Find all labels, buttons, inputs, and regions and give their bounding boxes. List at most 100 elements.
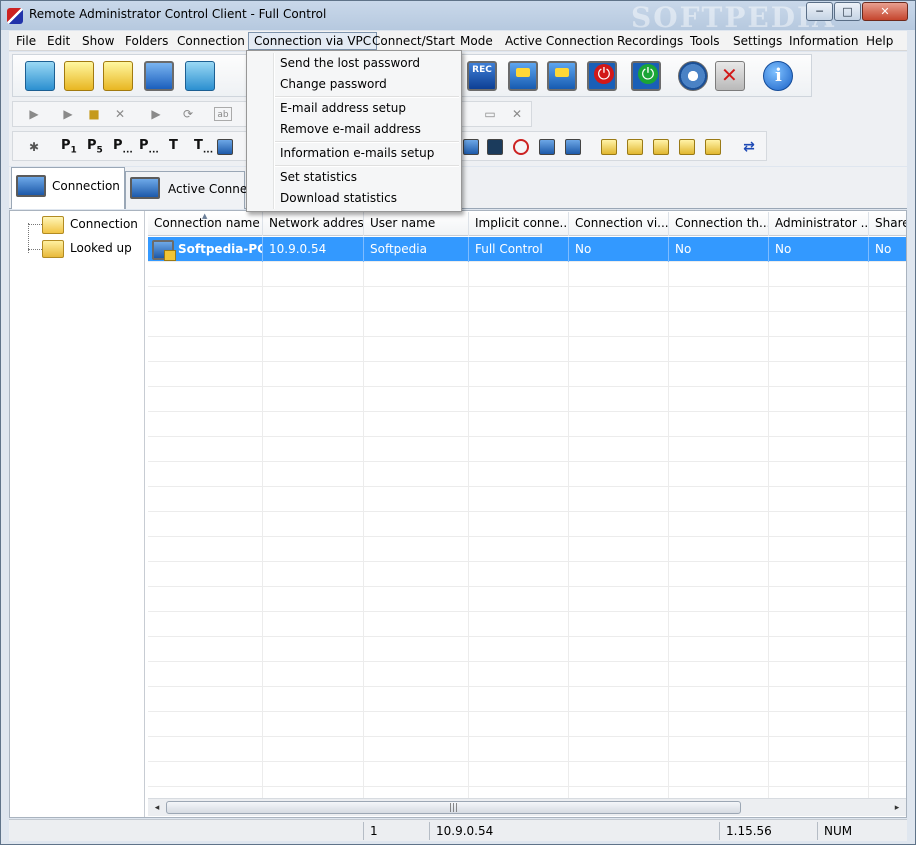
disk-icon[interactable] [678,61,708,91]
terminal-icon[interactable] [487,139,503,155]
p5-icon[interactable]: P5 [87,138,103,156]
empty-cell [364,537,469,562]
menu-tools[interactable]: Tools [685,32,725,50]
tab-connection[interactable]: Connection [11,167,125,209]
scroll-left-icon[interactable]: ◂ [149,801,165,815]
files-icon[interactable] [565,139,581,155]
next-icon[interactable]: ▶ [149,107,163,121]
vpc-dropdown-menu: Send the lost password Change password E… [246,50,462,212]
chat-monitor-icon[interactable] [508,61,538,91]
empty-cell [669,712,769,737]
maximize-button[interactable]: □ [834,2,861,21]
tree-item-connection[interactable]: Connection [22,214,144,236]
empty-cell [569,412,669,437]
drive-remove-icon[interactable] [705,139,721,155]
tab-active-connection[interactable]: Active Connect [125,171,259,209]
column-header-administrator[interactable]: Administrator ... [769,212,869,236]
menu-connection[interactable]: Connection [172,32,250,50]
scroll-thumb[interactable]: ||| [166,801,741,814]
message-monitor-icon[interactable] [547,61,577,91]
menu-item-email-setup[interactable]: E-mail address setup [280,98,406,119]
close-small-icon[interactable]: ✕ [510,107,524,121]
empty-cell [769,362,869,387]
p5-sub: 5 [96,145,103,156]
menu-recordings[interactable]: Recordings [612,32,688,50]
power-on-icon[interactable] [631,61,661,91]
app-window: Remote Administrator Control Client - Fu… [0,0,916,845]
refresh-icon[interactable]: ⟳ [181,107,195,121]
menu-information[interactable]: Information [784,32,863,50]
scroll-right-icon[interactable]: ▸ [889,801,905,815]
drive-c-icon[interactable] [601,139,617,155]
p-multi-alt-icon[interactable]: P... [139,138,159,156]
drive-d-icon[interactable] [627,139,643,155]
column-header-connection-name[interactable]: ▲ Connection name [148,212,263,236]
t-icon[interactable]: T [169,138,178,153]
horizontal-scrollbar[interactable]: ◂ ||| ▸ [148,798,906,816]
cell-connection-name: Softpedia-PC [148,237,263,262]
record-icon[interactable]: REC [467,61,497,91]
column-header-implicit-connection[interactable]: Implicit conne... [469,212,569,236]
column-header-user-name[interactable]: User name [364,212,469,236]
tools-icon[interactable]: ✱ [27,140,41,154]
menu-item-download-statistics[interactable]: Download statistics [280,188,397,209]
column-header-connection-through[interactable]: Connection th... [669,212,769,236]
p-multi-icon[interactable]: P... [113,138,133,156]
menu-active-connection[interactable]: Active Connection [500,32,619,50]
table-row[interactable]: Softpedia-PC 10.9.0.54 Softpedia Full Co… [148,237,906,262]
info-icon[interactable] [763,61,793,91]
menu-connect-start[interactable]: Connect/Start [367,32,460,50]
column-header-network-address[interactable]: Network address [263,212,364,236]
menu-mode[interactable]: Mode [455,32,498,50]
menu-item-remove-email[interactable]: Remove e-mail address [280,119,421,140]
menu-item-information-emails-setup[interactable]: Information e-mails setup [280,143,434,164]
menu-item-change-password[interactable]: Change password [280,74,387,95]
title-bar[interactable]: Remote Administrator Control Client - Fu… [1,1,915,34]
rename-icon[interactable]: ab [214,107,232,121]
menu-settings[interactable]: Settings [728,32,787,50]
empty-table-row [148,612,906,637]
shutdown-icon[interactable] [587,61,617,91]
delete-icon[interactable]: ✕ [113,107,127,121]
menu-file[interactable]: File [11,32,41,50]
connect-document-icon[interactable] [25,61,55,91]
keyboard-icon[interactable] [539,139,555,155]
menu-show[interactable]: Show [77,32,119,50]
minimize-button[interactable]: ─ [806,2,833,21]
status-count: 1 [363,822,429,840]
list-document-icon[interactable] [185,61,215,91]
grid-header: ▲ Connection name Network address User n… [148,212,906,236]
column-header-share[interactable]: Share [869,212,906,236]
cell-network-address: 10.9.0.54 [263,237,364,262]
menu-edit[interactable]: Edit [42,32,75,50]
menu-folders[interactable]: Folders [120,32,173,50]
close-button[interactable]: ✕ [862,2,908,21]
dns-icon[interactable] [217,139,233,155]
menu-item-send-lost-password[interactable]: Send the lost password [280,53,420,74]
transfer-arrows-icon[interactable]: ⇄ [741,139,757,155]
empty-cell [569,387,669,412]
drive-e-icon[interactable] [653,139,669,155]
disconnect-icon[interactable] [715,61,745,91]
scroll-search-icon[interactable] [103,61,133,91]
open-folder-icon[interactable]: ■ [87,107,101,121]
tree-item-looked-up[interactable]: Looked up [22,238,144,260]
status-version: 1.15.56 [719,822,817,840]
empty-cell [569,337,669,362]
play-icon[interactable]: ▶ [27,107,41,121]
drive-f-icon[interactable] [679,139,695,155]
step-icon[interactable]: ▶ [61,107,75,121]
p1-icon[interactable]: P1 [61,138,77,156]
menu-connection-via-vpc[interactable]: Connection via VPC [248,32,378,50]
record-small-icon[interactable] [513,139,529,155]
restore-icon[interactable]: ▭ [483,107,497,121]
menu-help[interactable]: Help [861,32,898,50]
menu-item-set-statistics[interactable]: Set statistics [280,167,357,188]
column-header-connection-via[interactable]: Connection vi... [569,212,669,236]
empty-cell [364,437,469,462]
t-multi-icon[interactable]: T... [194,138,213,156]
scroll-icon[interactable] [64,61,94,91]
monitor-search-icon[interactable] [144,61,174,91]
network-icon[interactable] [463,139,479,155]
empty-cell [469,512,569,537]
